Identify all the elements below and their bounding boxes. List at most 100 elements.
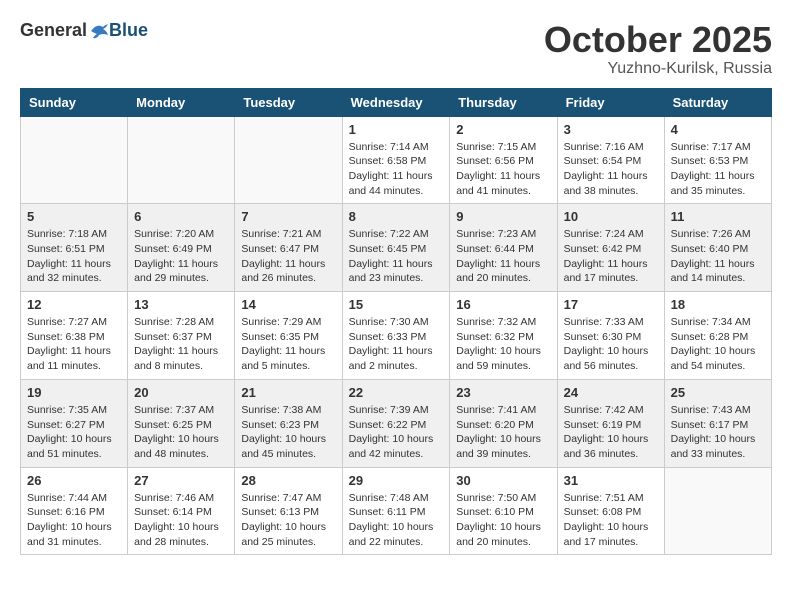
day-info: Sunrise: 7:38 AM Sunset: 6:23 PM Dayligh… bbox=[241, 403, 335, 462]
day-number: 2 bbox=[456, 122, 550, 137]
day-info: Sunrise: 7:23 AM Sunset: 6:44 PM Dayligh… bbox=[456, 227, 550, 286]
day-number: 4 bbox=[671, 122, 765, 137]
calendar-day-cell: 17 Sunrise: 7:33 AM Sunset: 6:30 PM Dayli… bbox=[557, 292, 664, 380]
calendar-header-friday: Friday bbox=[557, 88, 664, 116]
day-number: 15 bbox=[349, 297, 444, 312]
day-info: Sunrise: 7:37 AM Sunset: 6:25 PM Dayligh… bbox=[134, 403, 228, 462]
day-number: 9 bbox=[456, 209, 550, 224]
day-number: 24 bbox=[564, 385, 658, 400]
day-info: Sunrise: 7:44 AM Sunset: 6:16 PM Dayligh… bbox=[27, 491, 121, 550]
calendar-day-cell: 26 Sunrise: 7:44 AM Sunset: 6:16 PM Dayli… bbox=[21, 467, 128, 555]
calendar-header-wednesday: Wednesday bbox=[342, 88, 450, 116]
calendar-day-cell: 3Sunrise: 7:16 AM Sunset: 6:54 PM Daylig… bbox=[557, 116, 664, 204]
day-number: 29 bbox=[349, 473, 444, 488]
day-number: 5 bbox=[27, 209, 121, 224]
day-info: Sunrise: 7:33 AM Sunset: 6:30 PM Dayligh… bbox=[564, 315, 658, 374]
day-info: Sunrise: 7:46 AM Sunset: 6:14 PM Dayligh… bbox=[134, 491, 228, 550]
calendar-day-cell: 18Sunrise: 7:34 AM Sunset: 6:28 PM Dayli… bbox=[664, 292, 771, 380]
location: Yuzhno-Kurilsk, Russia bbox=[544, 60, 772, 78]
calendar-day-cell: 6Sunrise: 7:20 AM Sunset: 6:49 PM Daylig… bbox=[128, 204, 235, 292]
day-info: Sunrise: 7:30 AM Sunset: 6:33 PM Dayligh… bbox=[349, 315, 444, 374]
day-info: Sunrise: 7:34 AM Sunset: 6:28 PM Dayligh… bbox=[671, 315, 765, 374]
calendar-day-cell: 15 Sunrise: 7:30 AM Sunset: 6:33 PM Dayli… bbox=[342, 292, 450, 380]
day-number: 14 bbox=[241, 297, 335, 312]
calendar-week-row: 1Sunrise: 7:14 AM Sunset: 6:58 PM Daylig… bbox=[21, 116, 772, 204]
day-number: 7 bbox=[241, 209, 335, 224]
calendar-day-cell: 31Sunrise: 7:51 AM Sunset: 6:08 PM Dayli… bbox=[557, 467, 664, 555]
calendar-day-cell: 8 Sunrise: 7:22 AM Sunset: 6:45 PM Daylig… bbox=[342, 204, 450, 292]
calendar-header-sunday: Sunday bbox=[21, 88, 128, 116]
calendar-day-cell: 28Sunrise: 7:47 AM Sunset: 6:13 PM Dayli… bbox=[235, 467, 342, 555]
day-number: 13 bbox=[134, 297, 228, 312]
day-number: 12 bbox=[27, 297, 121, 312]
logo-general-text: General bbox=[20, 20, 87, 41]
logo-blue-text: Blue bbox=[109, 20, 148, 41]
day-number: 26 bbox=[27, 473, 121, 488]
day-info: Sunrise: 7:15 AM Sunset: 6:56 PM Dayligh… bbox=[456, 140, 550, 199]
title-section: October 2025 Yuzhno-Kurilsk, Russia bbox=[544, 20, 772, 78]
day-info: Sunrise: 7:16 AM Sunset: 6:54 PM Dayligh… bbox=[564, 140, 658, 199]
calendar-day-cell: 9 Sunrise: 7:23 AM Sunset: 6:44 PM Daylig… bbox=[450, 204, 557, 292]
calendar-day-cell bbox=[21, 116, 128, 204]
calendar-week-row: 5Sunrise: 7:18 AM Sunset: 6:51 PM Daylig… bbox=[21, 204, 772, 292]
calendar-day-cell: 1Sunrise: 7:14 AM Sunset: 6:58 PM Daylig… bbox=[342, 116, 450, 204]
day-number: 30 bbox=[456, 473, 550, 488]
calendar-day-cell bbox=[235, 116, 342, 204]
calendar-header-thursday: Thursday bbox=[450, 88, 557, 116]
day-info: Sunrise: 7:17 AM Sunset: 6:53 PM Dayligh… bbox=[671, 140, 765, 199]
calendar-day-cell: 24 Sunrise: 7:42 AM Sunset: 6:19 PM Dayli… bbox=[557, 379, 664, 467]
calendar-week-row: 12 Sunrise: 7:27 AM Sunset: 6:38 PM Dayli… bbox=[21, 292, 772, 380]
day-number: 8 bbox=[349, 209, 444, 224]
calendar-day-cell: 4 Sunrise: 7:17 AM Sunset: 6:53 PM Daylig… bbox=[664, 116, 771, 204]
calendar-day-cell: 11 Sunrise: 7:26 AM Sunset: 6:40 PM Dayli… bbox=[664, 204, 771, 292]
calendar-table: SundayMondayTuesdayWednesdayThursdayFrid… bbox=[20, 88, 772, 556]
calendar-day-cell: 5Sunrise: 7:18 AM Sunset: 6:51 PM Daylig… bbox=[21, 204, 128, 292]
calendar-day-cell: 22Sunrise: 7:39 AM Sunset: 6:22 PM Dayli… bbox=[342, 379, 450, 467]
calendar-header-monday: Monday bbox=[128, 88, 235, 116]
day-number: 28 bbox=[241, 473, 335, 488]
day-info: Sunrise: 7:39 AM Sunset: 6:22 PM Dayligh… bbox=[349, 403, 444, 462]
day-number: 10 bbox=[564, 209, 658, 224]
calendar-day-cell: 27 Sunrise: 7:46 AM Sunset: 6:14 PM Dayli… bbox=[128, 467, 235, 555]
calendar-day-cell: 16 Sunrise: 7:32 AM Sunset: 6:32 PM Dayli… bbox=[450, 292, 557, 380]
day-info: Sunrise: 7:32 AM Sunset: 6:32 PM Dayligh… bbox=[456, 315, 550, 374]
calendar-day-cell: 21 Sunrise: 7:38 AM Sunset: 6:23 PM Dayli… bbox=[235, 379, 342, 467]
day-info: Sunrise: 7:21 AM Sunset: 6:47 PM Dayligh… bbox=[241, 227, 335, 286]
calendar-day-cell: 20Sunrise: 7:37 AM Sunset: 6:25 PM Dayli… bbox=[128, 379, 235, 467]
calendar-header-saturday: Saturday bbox=[664, 88, 771, 116]
day-info: Sunrise: 7:48 AM Sunset: 6:11 PM Dayligh… bbox=[349, 491, 444, 550]
day-info: Sunrise: 7:22 AM Sunset: 6:45 PM Dayligh… bbox=[349, 227, 444, 286]
calendar-day-cell: 14 Sunrise: 7:29 AM Sunset: 6:35 PM Dayli… bbox=[235, 292, 342, 380]
calendar-day-cell bbox=[664, 467, 771, 555]
day-number: 16 bbox=[456, 297, 550, 312]
day-number: 6 bbox=[134, 209, 228, 224]
month-title: October 2025 bbox=[544, 20, 772, 60]
calendar-day-cell: 30 Sunrise: 7:50 AM Sunset: 6:10 PM Dayli… bbox=[450, 467, 557, 555]
day-info: Sunrise: 7:27 AM Sunset: 6:38 PM Dayligh… bbox=[27, 315, 121, 374]
calendar-header-tuesday: Tuesday bbox=[235, 88, 342, 116]
logo: General Blue bbox=[20, 20, 148, 41]
day-info: Sunrise: 7:42 AM Sunset: 6:19 PM Dayligh… bbox=[564, 403, 658, 462]
page-header: General Blue October 2025 Yuzhno-Kurilsk… bbox=[20, 20, 772, 78]
day-number: 21 bbox=[241, 385, 335, 400]
calendar-day-cell: 13 Sunrise: 7:28 AM Sunset: 6:37 PM Dayli… bbox=[128, 292, 235, 380]
calendar-day-cell: 7 Sunrise: 7:21 AM Sunset: 6:47 PM Daylig… bbox=[235, 204, 342, 292]
day-info: Sunrise: 7:28 AM Sunset: 6:37 PM Dayligh… bbox=[134, 315, 228, 374]
calendar-week-row: 19Sunrise: 7:35 AM Sunset: 6:27 PM Dayli… bbox=[21, 379, 772, 467]
day-number: 17 bbox=[564, 297, 658, 312]
logo-bird-icon bbox=[89, 21, 109, 41]
day-number: 25 bbox=[671, 385, 765, 400]
calendar-day-cell: 25Sunrise: 7:43 AM Sunset: 6:17 PM Dayli… bbox=[664, 379, 771, 467]
day-number: 11 bbox=[671, 209, 765, 224]
calendar-header-row: SundayMondayTuesdayWednesdayThursdayFrid… bbox=[21, 88, 772, 116]
day-info: Sunrise: 7:26 AM Sunset: 6:40 PM Dayligh… bbox=[671, 227, 765, 286]
day-info: Sunrise: 7:35 AM Sunset: 6:27 PM Dayligh… bbox=[27, 403, 121, 462]
day-number: 27 bbox=[134, 473, 228, 488]
calendar-day-cell: 29 Sunrise: 7:48 AM Sunset: 6:11 PM Dayli… bbox=[342, 467, 450, 555]
calendar-day-cell: 10Sunrise: 7:24 AM Sunset: 6:42 PM Dayli… bbox=[557, 204, 664, 292]
day-number: 23 bbox=[456, 385, 550, 400]
calendar-day-cell: 23Sunrise: 7:41 AM Sunset: 6:20 PM Dayli… bbox=[450, 379, 557, 467]
day-info: Sunrise: 7:29 AM Sunset: 6:35 PM Dayligh… bbox=[241, 315, 335, 374]
day-info: Sunrise: 7:50 AM Sunset: 6:10 PM Dayligh… bbox=[456, 491, 550, 550]
day-info: Sunrise: 7:51 AM Sunset: 6:08 PM Dayligh… bbox=[564, 491, 658, 550]
